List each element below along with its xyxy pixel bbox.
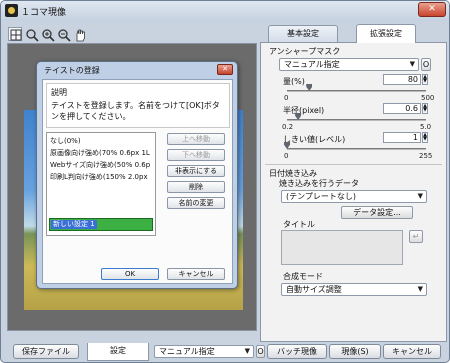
tab-extended-settings[interactable]: 拡張設定	[356, 24, 416, 43]
list-item[interactable]: なし(0%)	[50, 136, 154, 146]
batch-develop-button[interactable]: バッチ現像	[267, 344, 327, 359]
dialog-title: テイストの登録	[44, 66, 100, 75]
save-file-button[interactable]: 保存ファイル	[13, 344, 79, 359]
register-taste-dialog: テイストの登録 ✕ 説明 テイストを登録します。名前をつけて[OK]ボタンを押し…	[36, 61, 238, 289]
zoom-in-icon[interactable]	[40, 27, 55, 42]
date-data-label: 焼き込みを行うデータ	[279, 179, 359, 188]
title-label: タイトル	[283, 220, 315, 229]
list-item[interactable]: Webサイズ向け強め(50% 0.6p	[50, 160, 154, 170]
amount-spinner[interactable]: ▲ ▼	[422, 74, 428, 85]
threshold-slider-track[interactable]	[287, 148, 426, 150]
window-title: １コマ現像	[21, 8, 67, 18]
amount-min: 0	[284, 94, 289, 102]
ok-button[interactable]: OK	[101, 268, 159, 280]
sharpen-preset-select[interactable]: マニュアル指定 ▼	[279, 58, 419, 71]
amount-input[interactable]: 80	[383, 74, 421, 85]
taste-list[interactable]: なし(0%) 原画像向け強め(70% 0.6px 1L Webサイズ向け強め(5…	[46, 132, 156, 236]
threshold-max: 255	[419, 152, 433, 160]
rename-button[interactable]: 名前の変更	[167, 197, 225, 209]
chevron-down-icon: ▼	[417, 192, 423, 200]
hand-icon[interactable]	[72, 27, 86, 42]
section-divider	[265, 164, 442, 165]
composite-select[interactable]: 自動サイズ調整 ▼	[281, 283, 427, 296]
cancel-button[interactable]: キャンセル	[383, 344, 441, 359]
radius-slider-track[interactable]	[287, 119, 426, 121]
list-item[interactable]: 原画像向け強め(70% 0.6px 1L	[50, 148, 154, 158]
app-logo-icon	[5, 4, 18, 17]
data-settings-button[interactable]: データ設定...	[341, 206, 413, 219]
dialog-close-button[interactable]: ✕	[217, 64, 233, 75]
radius-min: 0.2	[282, 123, 294, 131]
chevron-down-icon: ▼	[244, 347, 250, 355]
sharpen-group-label: アンシャープマスク	[269, 47, 341, 56]
hide-button[interactable]: 非表示にする	[167, 165, 225, 177]
threshold-spinner[interactable]: ▲ ▼	[422, 132, 428, 143]
settings-panel: 基本設定 拡張設定 アンシャープマスク マニュアル指定 ▼ O 量(%) 80 …	[260, 24, 447, 342]
dialog-cancel-button[interactable]: キャンセル	[167, 268, 225, 280]
threshold-label: しきい値(レベル)	[283, 135, 346, 144]
zoom-icon[interactable]	[24, 27, 39, 42]
sharpen-preset-checkbox[interactable]: O	[421, 58, 431, 71]
bottom-preset-checkbox[interactable]: O	[256, 345, 265, 358]
develop-button[interactable]: 現像(S)	[329, 344, 381, 359]
template-select[interactable]: (テンプレートなし) ▼	[281, 190, 427, 203]
radius-label: 半径(pixel)	[283, 106, 325, 115]
app-window: １コマ現像 ✕ 基本設定 拡張設定 アンシャープマスク マニュアル指定 ▼ O …	[0, 0, 450, 363]
list-item[interactable]: 印刷L判向け強め(150% 2.0px	[50, 172, 154, 182]
enter-icon[interactable]: ↵	[409, 230, 423, 243]
fit-view-icon[interactable]	[8, 27, 22, 41]
amount-slider-track[interactable]	[287, 90, 426, 92]
zoom-out-icon[interactable]	[56, 27, 71, 42]
description-box: 説明 テイストを登録します。名前をつけて[OK]ボタンを押してください。	[46, 83, 230, 128]
title-textarea[interactable]	[281, 230, 403, 265]
window-close-button[interactable]: ✕	[418, 2, 446, 17]
dialog-body: 説明 テイストを登録します。名前をつけて[OK]ボタンを押してください。 なし(…	[42, 79, 233, 284]
amount-max: 500	[421, 94, 435, 102]
delete-button[interactable]: 削除	[167, 181, 225, 193]
radius-spinner[interactable]: ▲ ▼	[422, 103, 428, 114]
tab-basic-settings[interactable]: 基本設定	[268, 25, 338, 42]
move-up-button[interactable]: 上へ移動	[167, 133, 225, 145]
chevron-down-icon: ▼	[417, 285, 423, 293]
amount-label: 量(%)	[283, 77, 305, 86]
radius-max: 5.0	[420, 123, 432, 131]
threshold-min: 0	[284, 152, 289, 160]
tab-settings[interactable]: 設定	[87, 343, 149, 361]
view-toolbar	[7, 25, 257, 43]
radius-input[interactable]: 0.6	[383, 103, 421, 114]
taste-name-selected-text: 新しい設定 1	[51, 220, 97, 229]
composite-label: 合成モード	[283, 272, 323, 281]
extended-settings-body: アンシャープマスク マニュアル指定 ▼ O 量(%) 80 ▲ ▼ 0 500 半…	[260, 42, 447, 342]
bottom-preset-select[interactable]: マニュアル指定 ▼	[154, 345, 254, 358]
threshold-input[interactable]: 1	[383, 132, 421, 143]
taste-name-input[interactable]: 新しい設定 1	[49, 218, 153, 231]
bottom-bar: 保存ファイル 設定 マニュアル指定 ▼ O バッチ現像 現像(S) キャンセル	[1, 339, 449, 362]
title-bar: １コマ現像 ✕	[1, 1, 449, 21]
description-text: テイストを登録します。名前をつけて[OK]ボタンを押してください。	[51, 101, 220, 121]
move-down-button[interactable]: 下へ移動	[167, 149, 225, 161]
description-title: 説明	[51, 88, 67, 97]
chevron-down-icon: ▼	[409, 60, 415, 68]
